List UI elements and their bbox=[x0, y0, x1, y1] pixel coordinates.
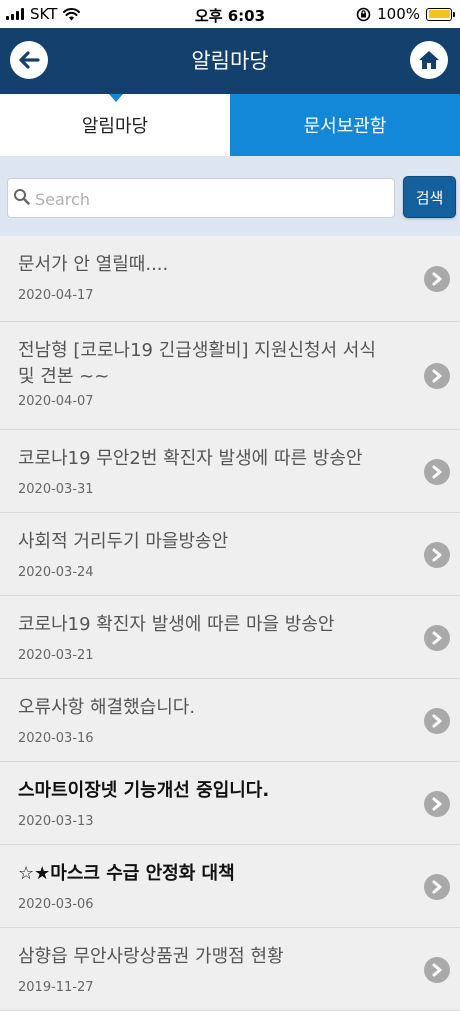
tab-label: 문서보관함 bbox=[303, 116, 387, 137]
notice-title: 전남형 [코로나19 긴급생활비] 지원신청서 서식 및 견본 ~~ bbox=[18, 340, 376, 387]
chevron-right-icon bbox=[432, 548, 442, 562]
tab-pointer bbox=[109, 94, 123, 102]
tab-bar: 알림마당 문서보관함 bbox=[0, 94, 460, 156]
search-button[interactable]: 검색 bbox=[403, 176, 456, 218]
notice-date: 2020-04-17 bbox=[18, 288, 94, 303]
search-input[interactable] bbox=[33, 179, 392, 219]
notice-title: 코로나19 확진자 발생에 따른 마을 방송안 bbox=[18, 614, 335, 635]
chevron-right-icon bbox=[432, 369, 442, 383]
open-item-button[interactable] bbox=[424, 625, 450, 651]
battery-fill bbox=[428, 10, 450, 18]
notice-title: 코로나19 무안2번 확진자 발생에 따른 방송안 bbox=[18, 448, 363, 469]
chevron-right-icon bbox=[432, 631, 442, 645]
chevron-right-icon bbox=[432, 714, 442, 728]
chevron-right-icon bbox=[432, 465, 442, 479]
open-item-button[interactable] bbox=[424, 957, 450, 983]
open-item-button[interactable] bbox=[424, 266, 450, 292]
open-item-button[interactable] bbox=[424, 459, 450, 485]
open-item-button[interactable] bbox=[424, 874, 450, 900]
notice-date: 2020-03-06 bbox=[18, 897, 94, 912]
notice-date: 2020-03-24 bbox=[18, 565, 94, 580]
list-item[interactable]: 전남형 [코로나19 긴급생활비] 지원신청서 서식 및 견본 ~~ 2020-0… bbox=[0, 322, 460, 430]
notice-title: 삼향읍 무안사랑상품권 가맹점 현황 bbox=[18, 946, 284, 967]
list-item[interactable]: 코로나19 확진자 발생에 따른 마을 방송안 2020-03-21 bbox=[0, 596, 460, 679]
chevron-right-icon bbox=[432, 797, 442, 811]
chevron-right-icon bbox=[432, 272, 442, 286]
open-item-button[interactable] bbox=[424, 542, 450, 568]
notice-title: 문서가 안 열릴때.... bbox=[18, 254, 169, 275]
home-button[interactable] bbox=[410, 41, 448, 79]
tab-document-archive[interactable]: 문서보관함 bbox=[230, 94, 460, 156]
notice-title: 스마트이장넷 기능개선 중입니다. bbox=[18, 780, 270, 801]
search-area: 검색 bbox=[0, 156, 460, 236]
orientation-lock-icon bbox=[356, 7, 371, 21]
home-icon bbox=[419, 51, 439, 69]
notice-title: 오류사항 해결했습니다. bbox=[18, 697, 196, 718]
search-box bbox=[7, 178, 395, 219]
notice-date: 2019-11-27 bbox=[18, 980, 94, 995]
list-item[interactable]: 삼향읍 무안사랑상품권 가맹점 현황 2019-11-27 bbox=[0, 928, 460, 1011]
search-icon bbox=[14, 189, 30, 205]
chevron-right-icon bbox=[432, 963, 442, 977]
list-item[interactable]: ☆★마스크 수급 안정화 대책 2020-03-06 bbox=[0, 845, 460, 928]
list-item[interactable]: 스마트이장넷 기능개선 중입니다. 2020-03-13 bbox=[0, 762, 460, 845]
list-item[interactable]: 코로나19 무안2번 확진자 발생에 따른 방송안 2020-03-31 bbox=[0, 430, 460, 513]
notice-date: 2020-03-13 bbox=[18, 814, 94, 829]
notice-list: 문서가 안 열릴때.... 2020-04-17 전남형 [코로나19 긴급생활비]… bbox=[0, 236, 460, 1011]
open-item-button[interactable] bbox=[424, 363, 450, 389]
tab-notice-board[interactable]: 알림마당 bbox=[0, 94, 230, 156]
notice-date: 2020-04-07 bbox=[18, 394, 94, 409]
open-item-button[interactable] bbox=[424, 791, 450, 817]
page-title: 알림마당 bbox=[191, 49, 269, 73]
list-item[interactable]: 사회적 거리두기 마을방송안 2020-03-24 bbox=[0, 513, 460, 596]
status-bar: SKT 오후 6:03 100% bbox=[0, 0, 460, 28]
notice-date: 2020-03-21 bbox=[18, 648, 94, 663]
status-right: 100% bbox=[356, 5, 455, 23]
notice-date: 2020-03-31 bbox=[18, 482, 94, 497]
chevron-right-icon bbox=[432, 880, 442, 894]
list-item[interactable]: 오류사항 해결했습니다. 2020-03-16 bbox=[0, 679, 460, 762]
battery-icon bbox=[426, 7, 455, 21]
notice-date: 2020-03-16 bbox=[18, 731, 94, 746]
notice-title: ☆★마스크 수급 안정화 대책 bbox=[18, 863, 235, 884]
open-item-button[interactable] bbox=[424, 708, 450, 734]
battery-percent: 100% bbox=[377, 5, 420, 23]
notice-title: 사회적 거리두기 마을방송안 bbox=[18, 531, 229, 552]
app-header: 알림마당 bbox=[0, 28, 460, 94]
tab-label: 알림마당 bbox=[81, 116, 149, 137]
list-item[interactable]: 문서가 안 열릴때.... 2020-04-17 bbox=[0, 236, 460, 322]
